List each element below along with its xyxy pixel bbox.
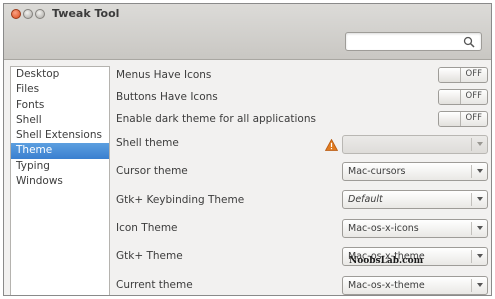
search-icon <box>463 36 475 48</box>
combo-separator <box>471 138 472 151</box>
cursor-theme-combo[interactable]: Mac-cursors <box>342 162 488 181</box>
buttons-have-icons-label: Buttons Have Icons <box>116 91 218 103</box>
icon-theme-label: Icon Theme <box>116 222 178 234</box>
chevron-down-icon <box>477 226 483 230</box>
buttons-have-icons-switch[interactable]: OFF <box>438 89 488 105</box>
dark-theme-label: Enable dark theme for all applications <box>116 113 316 125</box>
menus-have-icons-label: Menus Have Icons <box>116 69 212 81</box>
shell-theme-label: Shell theme <box>116 137 179 149</box>
sidebar-item-theme[interactable]: Theme <box>11 143 109 159</box>
chevron-down-icon <box>477 283 483 287</box>
current-theme-combo[interactable]: Mac-os-x-theme <box>342 276 488 295</box>
chevron-down-icon <box>477 254 483 258</box>
icon-theme-combo[interactable]: Mac-os-x-icons <box>342 219 488 238</box>
tweak-tool-window: Tweak Tool Desktop Files Fonts Shell She… <box>3 3 492 296</box>
combo-separator <box>471 279 472 292</box>
combo-value: Mac-os-x-icons <box>348 223 419 234</box>
switch-knob <box>439 68 461 82</box>
sidebar-item-fonts[interactable]: Fonts <box>11 98 109 113</box>
switch-knob <box>439 112 461 126</box>
switch-state: OFF <box>465 69 482 79</box>
combo-separator <box>471 193 472 206</box>
dark-theme-switch[interactable]: OFF <box>438 111 488 127</box>
minimize-window-button[interactable] <box>23 9 33 19</box>
keybinding-theme-label: Gtk+ Keybinding Theme <box>116 194 245 206</box>
gtk-theme-label: Gtk+ Theme <box>116 250 183 262</box>
sidebar-item-windows[interactable]: Windows <box>11 174 109 189</box>
menus-have-icons-switch[interactable]: OFF <box>438 67 488 83</box>
switch-state: OFF <box>465 113 482 123</box>
keybinding-theme-combo[interactable]: Default <box>342 190 488 209</box>
sidebar-item-desktop[interactable]: Desktop <box>11 67 109 82</box>
current-theme-label: Current theme <box>116 279 193 291</box>
combo-separator <box>471 165 472 178</box>
category-sidebar: Desktop Files Fonts Shell Shell Extensio… <box>10 66 110 295</box>
settings-panel: Menus Have Icons OFF Buttons Have Icons … <box>116 64 491 295</box>
watermark-text: NoobsLab.com <box>349 256 424 266</box>
chevron-down-icon <box>477 197 483 201</box>
warning-icon <box>325 139 338 151</box>
shell-theme-combo[interactable] <box>342 135 488 154</box>
close-window-button[interactable] <box>11 9 21 19</box>
sidebar-item-files[interactable]: Files <box>11 82 109 97</box>
switch-state: OFF <box>465 91 482 101</box>
maximize-window-button[interactable] <box>35 9 45 19</box>
sidebar-item-shell-extensions[interactable]: Shell Extensions <box>11 128 109 143</box>
combo-value: Default <box>348 194 383 205</box>
sidebar-item-shell[interactable]: Shell <box>11 113 109 128</box>
combo-separator <box>471 250 472 263</box>
combo-value: Mac-os-x-theme <box>348 280 425 291</box>
chevron-down-icon <box>477 169 483 173</box>
title-bar: Tweak Tool <box>4 4 491 60</box>
switch-knob <box>439 90 461 104</box>
combo-value: Mac-cursors <box>348 166 406 177</box>
combo-separator <box>471 222 472 235</box>
search-input[interactable] <box>345 32 482 51</box>
chevron-down-icon <box>477 142 483 146</box>
window-title: Tweak Tool <box>52 7 120 20</box>
sidebar-item-typing[interactable]: Typing <box>11 159 109 174</box>
cursor-theme-label: Cursor theme <box>116 165 188 177</box>
